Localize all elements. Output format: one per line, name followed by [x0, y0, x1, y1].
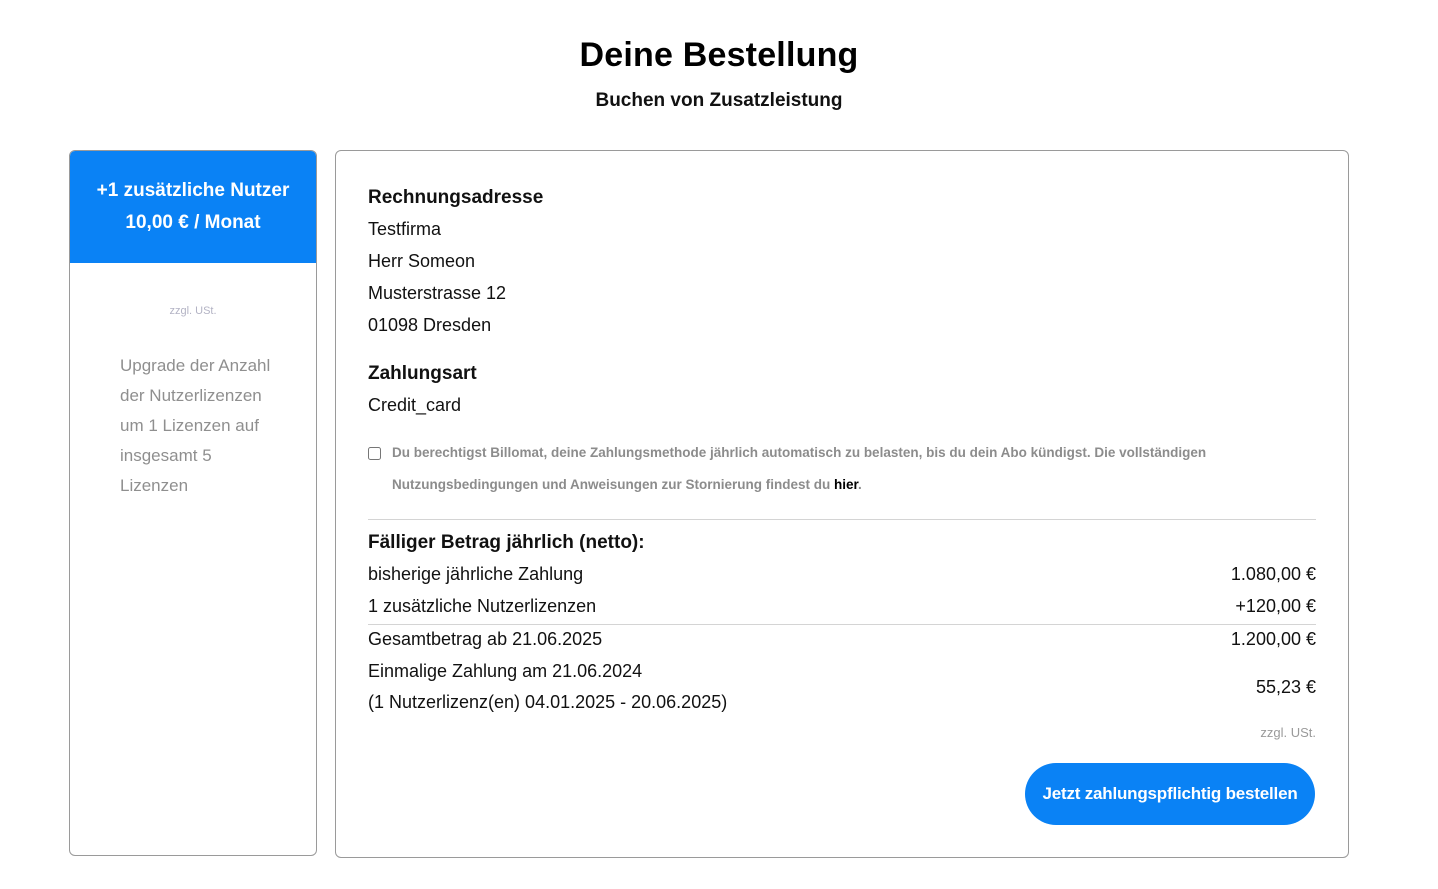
page-subtitle: Buchen von Zusatzleistung	[595, 90, 843, 111]
consent-text-end: .	[857, 477, 862, 492]
total-divider	[368, 624, 1316, 625]
consent-checkbox[interactable]	[368, 447, 381, 460]
product-card: +1 zusätzliche Nutzer 10,00 € / Monat zz…	[69, 150, 317, 856]
onetime-payment-amount: 55,23 €	[1255, 677, 1316, 697]
total-label: Gesamtbetrag ab 21.06.2025	[368, 629, 603, 649]
onetime-payment-row: Einmalige Zahlung am 21.06.2024 (1 Nutze…	[368, 661, 1316, 725]
onetime-payment-label: Einmalige Zahlung am 21.06.2024	[368, 661, 643, 681]
terms-link[interactable]: hier	[834, 477, 858, 492]
additional-licenses-label: 1 zusätzliche Nutzerlizenzen	[368, 596, 597, 616]
consent-text: Du berechtigst Billomat, deine Zahlungsm…	[392, 437, 1322, 501]
consent-text-main: Du berechtigst Billomat, deine Zahlungsm…	[392, 445, 1207, 492]
billing-address-heading: Rechnungsadresse	[368, 187, 544, 208]
order-summary-card: Rechnungsadresse Testfirma Herr Someon M…	[335, 150, 1349, 858]
product-header: +1 zusätzliche Nutzer 10,00 € / Monat	[70, 151, 316, 263]
page-title: Deine Bestellung	[579, 36, 859, 74]
product-description: Upgrade der Anzahl der Nutzerlizenzen um…	[120, 356, 271, 495]
billing-name: Herr Someon	[368, 251, 476, 271]
order-submit-button[interactable]: Jetzt zahlungspflichtig bestellen	[1025, 763, 1315, 825]
billing-company: Testfirma	[368, 219, 442, 239]
additional-licenses-row: 1 zusätzliche Nutzerlizenzen +120,00 €	[368, 596, 1316, 617]
previous-payment-amount: 1.080,00 €	[1230, 564, 1316, 584]
billing-city: 01098 Dresden	[368, 315, 492, 335]
previous-payment-row: bisherige jährliche Zahlung 1.080,00 €	[368, 564, 1316, 585]
total-row: Gesamtbetrag ab 21.06.2025 1.200,00 €	[368, 629, 1316, 650]
previous-payment-label: bisherige jährliche Zahlung	[368, 564, 584, 584]
onetime-payment-detail: (1 Nutzerlizenz(en) 04.01.2025 - 20.06.2…	[368, 692, 728, 712]
product-title: +1 zusätzliche Nutzer	[96, 180, 290, 201]
summary-divider	[368, 519, 1316, 520]
due-amount-heading: Fälliger Betrag jährlich (netto):	[368, 532, 645, 553]
summary-vat-note: zzgl. USt.	[1260, 725, 1316, 740]
additional-licenses-amount: +120,00 €	[1235, 596, 1316, 616]
total-amount: 1.200,00 €	[1230, 629, 1316, 649]
payment-method-value: Credit_card	[368, 395, 462, 415]
payment-method-heading: Zahlungsart	[368, 363, 477, 384]
billing-street: Musterstrasse 12	[368, 283, 507, 303]
product-vat-note: zzgl. USt.	[169, 305, 217, 317]
product-price: 10,00 € / Monat	[125, 212, 261, 233]
